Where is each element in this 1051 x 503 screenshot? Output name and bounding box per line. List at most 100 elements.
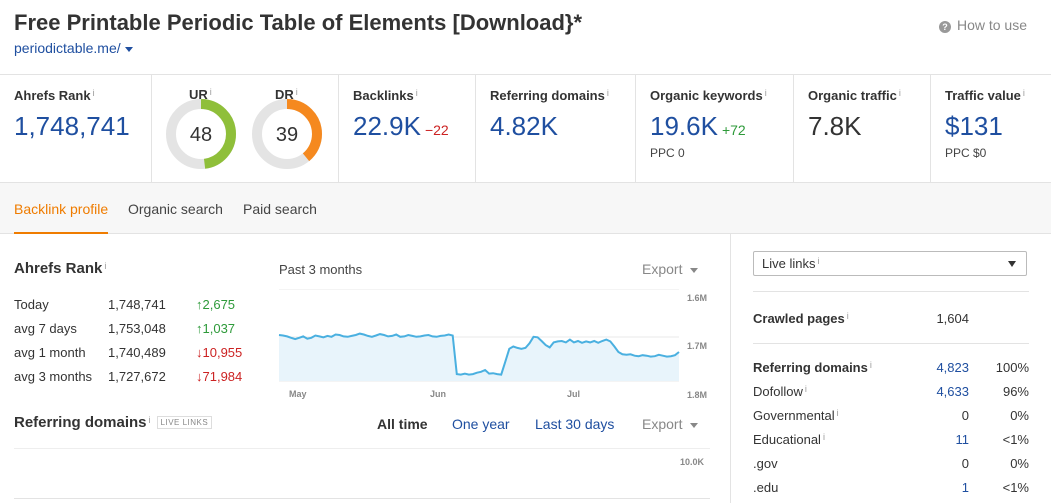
- info-icon[interactable]: i: [416, 88, 418, 98]
- metric-referring-domains: Referring domains i 4.82K: [476, 75, 636, 183]
- rank-value: 1,727,672: [108, 369, 166, 384]
- organic-keywords-ppc: PPC 0: [650, 146, 685, 160]
- referring-domains-title: Referring domains: [14, 414, 147, 431]
- metric-value: 1,748,741: [14, 111, 130, 141]
- stat-label: Crawled pages: [753, 311, 845, 326]
- page-header: Free Printable Periodic Table of Element…: [0, 0, 1051, 74]
- traffic-value-ppc: PPC $0: [945, 146, 987, 160]
- rank-period: avg 7 days: [14, 321, 77, 336]
- backlinks-value[interactable]: 22.9K: [353, 111, 421, 141]
- divider: [753, 291, 1029, 292]
- export-label[interactable]: Export: [642, 261, 682, 277]
- stat-row-dofollow: Dofollow i 4,633 96%: [753, 384, 1029, 404]
- info-icon[interactable]: i: [104, 261, 106, 271]
- info-icon[interactable]: i: [607, 88, 609, 98]
- filter-all-time[interactable]: All time: [377, 416, 428, 432]
- stat-percent: 100%: [995, 360, 1029, 375]
- info-icon[interactable]: i: [817, 256, 819, 266]
- chevron-down-icon[interactable]: [124, 46, 133, 52]
- metric-backlinks: Backlinks i 22.9K −22: [339, 75, 476, 183]
- stat-row-gov: .gov 0 0%: [753, 456, 1029, 476]
- y-tick-label: 1.6M: [687, 293, 707, 303]
- organic-traffic-value: 7.8K: [808, 111, 862, 141]
- y-axis-top-label: 10.0K: [680, 457, 705, 467]
- metric-value-link[interactable]: 22.9K −22: [353, 111, 449, 142]
- live-links-badge: LIVE LINKS: [156, 416, 213, 429]
- stat-row-referring-domains: Referring domains i 4,823 100%: [753, 360, 1029, 380]
- live-links-select[interactable]: Live links i: [753, 251, 1027, 276]
- info-icon[interactable]: i: [847, 311, 849, 321]
- select-value[interactable]: Live links: [762, 256, 815, 271]
- stat-label: Dofollow: [753, 384, 803, 399]
- metric-label: Ahrefs Rank: [14, 88, 91, 103]
- rank-area-fill: [279, 333, 679, 381]
- filter-one-year[interactable]: One year: [452, 416, 510, 432]
- chevron-down-icon[interactable]: [690, 267, 699, 273]
- x-tick-label: May: [289, 389, 307, 399]
- info-icon[interactable]: i: [837, 408, 839, 418]
- tab-paid-search[interactable]: Paid search: [243, 201, 317, 217]
- stat-percent: <1%: [1002, 480, 1029, 495]
- how-to-use-label[interactable]: How to use: [957, 17, 1027, 33]
- organic-keywords-delta: +72: [721, 122, 746, 138]
- ahrefs-rank-chart: 1.6M 1.7M 1.8M May Jun Jul: [278, 289, 707, 400]
- tab-backlink-profile[interactable]: Backlink profile: [14, 201, 109, 234]
- ur-gauge: 48: [166, 99, 236, 169]
- export-label[interactable]: Export: [642, 416, 682, 432]
- target-url[interactable]: periodictable.me/: [14, 40, 121, 56]
- rank-row: avg 3 months 1,727,672 ↓71,984: [14, 369, 264, 389]
- metric-label: Backlinks: [353, 88, 414, 103]
- stat-value-link[interactable]: 1: [962, 480, 969, 495]
- metric-ahrefs-rank: Ahrefs Rank i 1,748,741: [0, 75, 152, 183]
- y-tick-label: 1.8M: [687, 390, 707, 400]
- metric-organic-keywords: Organic keywords i 19.6K +72 PPC 0: [636, 75, 794, 183]
- target-url-dropdown[interactable]: periodictable.me/: [14, 40, 133, 56]
- rank-value: 1,753,048: [108, 321, 166, 336]
- rank-change: 71,984: [202, 369, 243, 384]
- info-icon[interactable]: i: [210, 87, 212, 97]
- stat-row-educational: Educational i 11 <1%: [753, 432, 1029, 452]
- stat-percent: 0%: [1010, 408, 1029, 423]
- stat-label: .gov: [753, 456, 778, 471]
- report-tabs: Backlink profile Organic search Paid sea…: [0, 183, 1051, 234]
- rank-row: avg 7 days 1,753,048 ↑1,037: [14, 321, 264, 341]
- export-dropdown[interactable]: Export: [642, 261, 699, 277]
- backlink-profile-panel: Ahrefs Rank i Today 1,748,741 ↑2,675 avg …: [0, 234, 730, 503]
- rank-change-down: ↓71,984: [196, 369, 242, 384]
- metric-label: Organic keywords: [650, 88, 763, 103]
- info-icon[interactable]: i: [149, 415, 151, 425]
- rank-change-up: ↑2,675: [196, 297, 235, 312]
- tab-organic-search[interactable]: Organic search: [128, 201, 223, 217]
- stat-value-link[interactable]: 11: [956, 432, 970, 447]
- traffic-value-value[interactable]: $131: [945, 111, 1003, 142]
- how-to-use-link[interactable]: ? How to use: [938, 17, 1027, 33]
- stat-value-link[interactable]: 4,633: [936, 384, 969, 399]
- chevron-down-icon[interactable]: [1008, 261, 1016, 267]
- info-icon[interactable]: i: [93, 88, 95, 98]
- info-icon[interactable]: i: [899, 88, 901, 98]
- info-icon[interactable]: i: [823, 432, 825, 442]
- info-icon[interactable]: i: [870, 360, 872, 370]
- info-icon[interactable]: i: [765, 88, 767, 98]
- info-icon[interactable]: i: [805, 384, 807, 394]
- metric-value-link[interactable]: 19.6K +72: [650, 111, 746, 142]
- divider: [14, 448, 710, 449]
- export-dropdown[interactable]: Export: [642, 416, 699, 432]
- metric-organic-traffic: Organic traffic i 7.8K: [794, 75, 931, 183]
- ur-value: 48: [190, 124, 212, 146]
- stat-row-governmental: Governmental i 0 0%: [753, 408, 1029, 428]
- metric-label: Organic traffic: [808, 88, 897, 103]
- stat-row-edu: .edu 1 <1%: [753, 480, 1029, 500]
- info-icon[interactable]: i: [296, 87, 298, 97]
- crawled-pages-row: Crawled pages i 1,604: [753, 311, 1029, 331]
- divider: [753, 343, 1029, 344]
- page-title: Free Printable Periodic Table of Element…: [14, 10, 583, 35]
- referring-domains-value[interactable]: 4.82K: [490, 111, 558, 142]
- chevron-down-icon[interactable]: [690, 422, 699, 428]
- organic-keywords-value[interactable]: 19.6K: [650, 111, 718, 141]
- filter-last-30-days[interactable]: Last 30 days: [535, 416, 614, 432]
- info-icon[interactable]: i: [1023, 88, 1025, 98]
- chart-period-label: Past 3 months: [279, 262, 363, 277]
- stat-value-link[interactable]: 4,823: [936, 360, 969, 375]
- metrics-strip: Ahrefs Rank i 1,748,741 UR i 48 DR i 39 Bac…: [0, 74, 1051, 183]
